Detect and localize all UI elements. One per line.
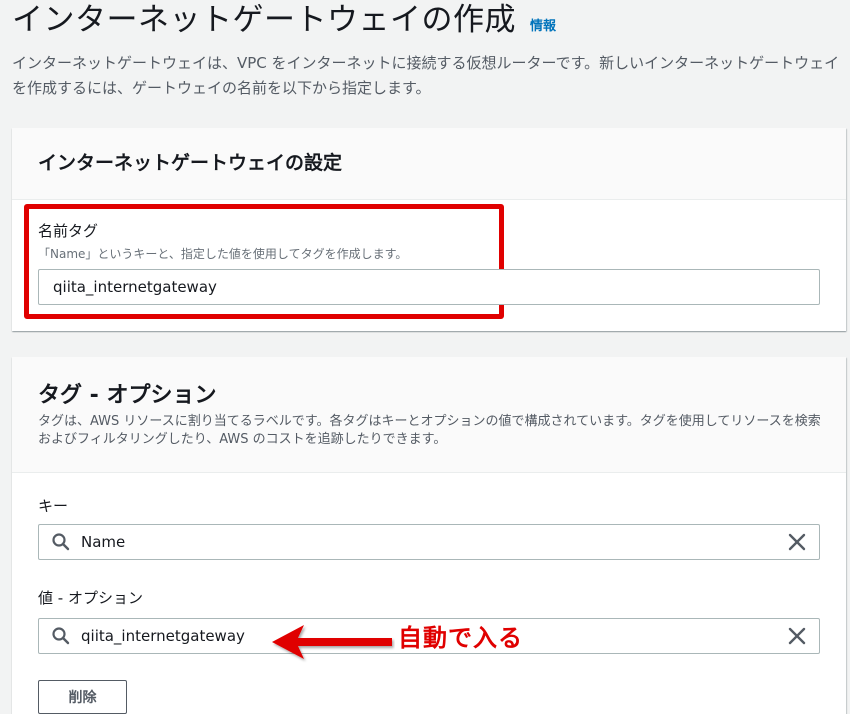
gateway-settings-header: インターネットゲートウェイの設定 — [12, 128, 846, 200]
key-input[interactable]: Name — [38, 524, 820, 560]
close-icon[interactable] — [787, 532, 807, 552]
annotation-text: 自動で入る — [398, 624, 523, 652]
search-icon — [51, 532, 71, 552]
name-tag-input[interactable]: qiita_internetgateway — [38, 269, 820, 305]
tags-title: タグ - オプション — [38, 383, 217, 408]
page-header: インターネットゲートウェイの作成 情報 インターネットゲートウェイは、VPC を… — [12, 0, 842, 101]
key-label: キー — [38, 497, 69, 515]
value-label: 値 - オプション — [38, 589, 143, 607]
close-icon[interactable] — [787, 626, 807, 646]
tags-description: タグは、AWS リソースに割り当てるラベルです。各タグはキーとオプションの値で構… — [38, 414, 821, 447]
name-tag-description: 「Name」というキーと、指定した値を使用してタグを作成します。 — [38, 247, 408, 261]
key-input-value: Name — [81, 533, 126, 551]
gateway-settings-panel: インターネットゲートウェイの設定 名前タグ 「Name」というキーと、指定した値… — [12, 128, 846, 331]
arrow-icon — [270, 619, 395, 669]
info-link[interactable]: 情報 — [530, 15, 556, 34]
tags-panel: タグ - オプション タグは、AWS リソースに割り当てるラベルです。各タグはキ… — [12, 357, 846, 714]
page-title: インターネットゲートウェイの作成 — [12, 2, 516, 38]
title-row: インターネットゲートウェイの作成 情報 — [12, 0, 842, 39]
delete-button[interactable]: 削除 — [38, 680, 127, 714]
gateway-settings-title: インターネットゲートウェイの設定 — [38, 152, 343, 174]
search-icon — [51, 626, 71, 646]
page-description: インターネットゲートウェイは、VPC をインターネットに接続する仮想ルーターです… — [12, 54, 840, 97]
name-tag-label: 名前タグ — [38, 222, 99, 240]
tags-header: タグ - オプション タグは、AWS リソースに割り当てるラベルです。各タグはキ… — [12, 357, 846, 473]
